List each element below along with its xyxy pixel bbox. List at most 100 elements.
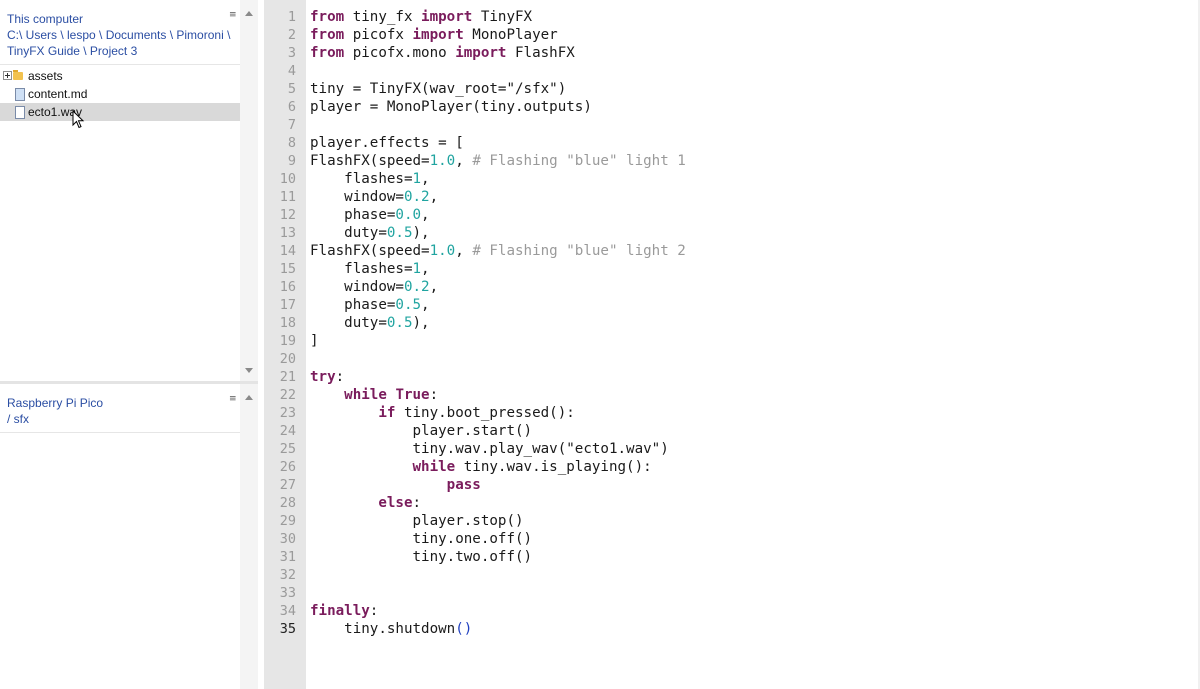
code-token-num: 1.0 xyxy=(429,153,456,169)
code-line[interactable]: player.stop() xyxy=(310,512,1200,530)
tree-item-assets[interactable]: assets xyxy=(0,67,240,85)
code-token: player.start() xyxy=(310,423,533,439)
code-line[interactable]: pass xyxy=(310,476,1200,494)
code-line[interactable]: if tiny.boot_pressed(): xyxy=(310,404,1200,422)
code-token-kw: from xyxy=(310,9,345,25)
code-line[interactable] xyxy=(310,62,1200,80)
code-editor[interactable]: 1 2 3 4 5 6 7 8 9 10 11 12 13 14 15 16 17 18 19 20 21 22 23 24 2… xyxy=(258,0,1200,689)
code-line[interactable]: while tiny.wav.is_playing(): xyxy=(310,458,1200,476)
code-token-kw: try xyxy=(310,369,336,385)
files-panel-scrollbar[interactable] xyxy=(240,0,258,381)
scroll-up-arrow-icon[interactable] xyxy=(245,395,253,400)
code-token: picofx.mono xyxy=(344,45,456,61)
code-token: tiny = TinyFX(wav_root= xyxy=(310,81,507,97)
code-token: flashes= xyxy=(310,261,413,277)
code-line[interactable] xyxy=(310,566,1200,584)
tree-item-content-md[interactable]: content.md xyxy=(0,85,240,103)
code-line[interactable] xyxy=(310,116,1200,134)
panel-menu-icon[interactable]: ≡ xyxy=(229,395,237,404)
code-line[interactable]: try: xyxy=(310,368,1200,386)
code-line[interactable]: while True: xyxy=(310,386,1200,404)
code-line[interactable] xyxy=(310,350,1200,368)
code-line[interactable]: tiny.wav.play_wav("ecto1.wav") xyxy=(310,440,1200,458)
line-number: 8 xyxy=(287,135,296,151)
code-token: player.stop() xyxy=(310,513,524,529)
code-line[interactable]: from picofx.mono import FlashFX xyxy=(310,44,1200,62)
breadcrumb-line-3[interactable]: TinyFX Guide \ Project 3 xyxy=(7,44,137,58)
breadcrumb-line-1[interactable]: This computer xyxy=(7,12,83,26)
code-lines[interactable]: from tiny_fx import TinyFX from picofx im… xyxy=(310,0,1200,638)
breadcrumb-line-2[interactable]: C:\ Users \ lespo \ Documents \ Pimoroni… xyxy=(7,28,230,42)
code-line[interactable]: phase=0.0, xyxy=(310,206,1200,224)
code-line[interactable]: tiny = TinyFX(wav_root="/sfx") xyxy=(310,80,1200,98)
code-line[interactable]: window=0.2, xyxy=(310,278,1200,296)
code-token: FlashFX xyxy=(506,45,575,61)
code-token: phase= xyxy=(310,297,396,313)
line-number: 32 xyxy=(279,567,296,583)
code-line[interactable]: FlashFX(speed=1.0, # Flashing "blue" lig… xyxy=(310,152,1200,170)
panel-menu-icon[interactable]: ≡ xyxy=(229,11,237,20)
code-token-kw: else xyxy=(378,495,413,511)
scroll-down-arrow-icon[interactable] xyxy=(245,368,253,373)
code-line[interactable]: tiny.two.off() xyxy=(310,548,1200,566)
line-number: 10 xyxy=(279,171,296,187)
line-number: 5 xyxy=(287,81,296,97)
tree-item-label: assets xyxy=(28,69,63,83)
line-number: 33 xyxy=(279,585,296,601)
code-line[interactable]: player = MonoPlayer(tiny.outputs) xyxy=(310,98,1200,116)
tree-item-ecto1-wav[interactable]: ecto1.wav xyxy=(0,103,240,121)
line-number: 23 xyxy=(279,405,296,421)
code-token: , xyxy=(455,243,473,259)
code-line[interactable]: duty=0.5), xyxy=(310,314,1200,332)
code-token: FlashFX(speed= xyxy=(310,153,430,169)
code-token: tiny.boot_pressed(): xyxy=(395,405,575,421)
code-line[interactable]: from tiny_fx import TinyFX xyxy=(310,8,1200,26)
code-line[interactable]: finally: xyxy=(310,602,1200,620)
code-line[interactable]: else: xyxy=(310,494,1200,512)
code-line[interactable]: player.start() xyxy=(310,422,1200,440)
code-token: MonoPlayer xyxy=(463,27,558,43)
line-number: 28 xyxy=(279,495,296,511)
code-token: , xyxy=(429,189,439,205)
code-token: tiny.two.off() xyxy=(310,549,533,565)
code-line[interactable]: tiny.one.off() xyxy=(310,530,1200,548)
code-token: TinyFX xyxy=(472,9,533,25)
code-line[interactable]: phase=0.5, xyxy=(310,296,1200,314)
code-token: picofx xyxy=(344,27,413,43)
device-panel-scrollbar[interactable] xyxy=(240,384,258,689)
file-icon xyxy=(15,106,25,119)
code-token-str: "ecto1.wav" xyxy=(566,441,661,457)
code-line[interactable]: flashes=1, xyxy=(310,170,1200,188)
mouse-pointer-icon xyxy=(72,110,85,129)
code-area[interactable]: from tiny_fx import TinyFX from picofx im… xyxy=(310,0,1200,689)
device-folder[interactable]: / sfx xyxy=(7,412,29,426)
code-line[interactable]: window=0.2, xyxy=(310,188,1200,206)
code-line[interactable]: tiny.shutdown() xyxy=(310,620,1200,638)
tree-item-label: content.md xyxy=(28,87,88,101)
code-token-num: 1.0 xyxy=(429,243,456,259)
code-token-num: 0.2 xyxy=(403,189,430,205)
code-token: : xyxy=(369,603,379,619)
line-number: 34 xyxy=(279,603,296,619)
device-path-breadcrumb[interactable]: Raspberry Pi Pico / sfx ≡ xyxy=(0,384,240,433)
code-line[interactable]: ] xyxy=(310,332,1200,350)
expand-plus-icon[interactable] xyxy=(3,71,12,80)
line-number: 35 xyxy=(279,621,296,637)
code-line[interactable]: FlashFX(speed=1.0, # Flashing "blue" lig… xyxy=(310,242,1200,260)
code-line[interactable]: flashes=1, xyxy=(310,260,1200,278)
code-token-kw: import xyxy=(455,45,507,61)
line-number: 14 xyxy=(279,243,296,259)
code-line[interactable]: from picofx import MonoPlayer xyxy=(310,26,1200,44)
code-token-kw: import xyxy=(412,27,464,43)
code-line[interactable]: player.effects = [ xyxy=(310,134,1200,152)
line-number: 30 xyxy=(279,531,296,547)
code-line[interactable] xyxy=(310,584,1200,602)
code-line[interactable]: duty=0.5), xyxy=(310,224,1200,242)
path-breadcrumb[interactable]: This computer C:\ Users \ lespo \ Docume… xyxy=(0,0,240,65)
scroll-up-arrow-icon[interactable] xyxy=(245,11,253,16)
line-number-gutter: 1 2 3 4 5 6 7 8 9 10 11 12 13 14 15 16 17 18 19 20 21 22 23 24 2… xyxy=(264,0,306,689)
device-name[interactable]: Raspberry Pi Pico xyxy=(7,396,103,410)
